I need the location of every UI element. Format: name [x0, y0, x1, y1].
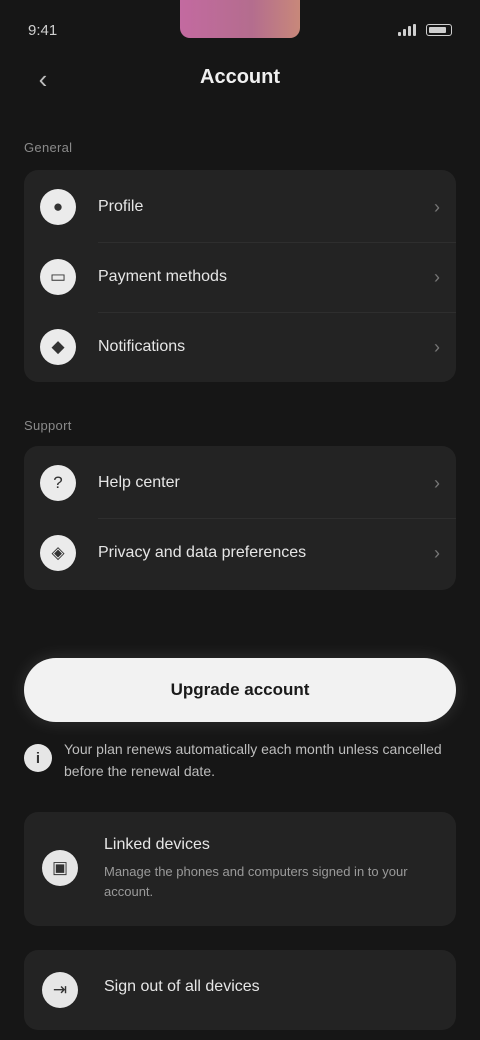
upgrade-button[interactable]: Upgrade account [24, 658, 456, 722]
page-title: Account [200, 66, 280, 88]
settings-item-help[interactable]: ? Help center › [24, 448, 456, 518]
note-text: Your plan renews automatically each mont… [64, 741, 442, 779]
chevron-right-icon: › [434, 196, 440, 217]
person-icon: ● [40, 189, 76, 225]
card-title: Linked devices [104, 836, 210, 853]
help-icon: ? [40, 465, 76, 501]
logout-icon: ⇥ [42, 972, 78, 1008]
settings-card-support: ? Help center › ◈ Privacy and data prefe… [24, 446, 456, 590]
card-subtitle: Manage the phones and computers signed i… [104, 864, 408, 899]
status-icons [398, 24, 452, 36]
settings-item-payment[interactable]: ▭ Payment methods › [24, 242, 456, 312]
chevron-right-icon: › [434, 336, 440, 357]
settings-item-label: Help center [98, 474, 180, 491]
settings-item-label: Privacy and data preferences [98, 544, 307, 561]
settings-item-notifications[interactable]: ◆ Notifications › [24, 312, 456, 382]
settings-item-label: Profile [98, 198, 144, 215]
settings-item-label: Notifications [98, 338, 186, 355]
sign-out-card[interactable]: ⇥ Sign out of all devices [24, 950, 456, 1030]
avatar [180, 0, 300, 38]
section-label-support: Support [24, 418, 72, 433]
settings-card-general: ● Profile › ▭ Payment methods › ◆ Notifi… [24, 170, 456, 382]
status-time: 9:41 [28, 21, 58, 39]
card-icon: ▭ [40, 259, 76, 295]
card-title: Sign out of all devices [104, 978, 260, 995]
shield-icon: ◈ [40, 535, 76, 571]
section-label-general: General [24, 140, 73, 155]
info-icon: i [24, 744, 52, 772]
renewal-note: i Your plan renews automatically each mo… [24, 738, 444, 782]
settings-item-profile[interactable]: ● Profile › [24, 172, 456, 242]
chevron-right-icon: › [434, 542, 440, 563]
linked-devices-card[interactable]: ▣ Linked devices Manage the phones and c… [24, 812, 456, 926]
chevron-right-icon: › [434, 472, 440, 493]
settings-item-label: Payment methods [98, 268, 227, 285]
battery-icon [426, 24, 452, 36]
chevron-right-icon: › [434, 266, 440, 287]
signal-icon [398, 24, 416, 36]
settings-item-privacy[interactable]: ◈ Privacy and data preferences › [24, 518, 456, 588]
device-icon: ▣ [42, 850, 78, 886]
bell-icon: ◆ [40, 329, 76, 365]
